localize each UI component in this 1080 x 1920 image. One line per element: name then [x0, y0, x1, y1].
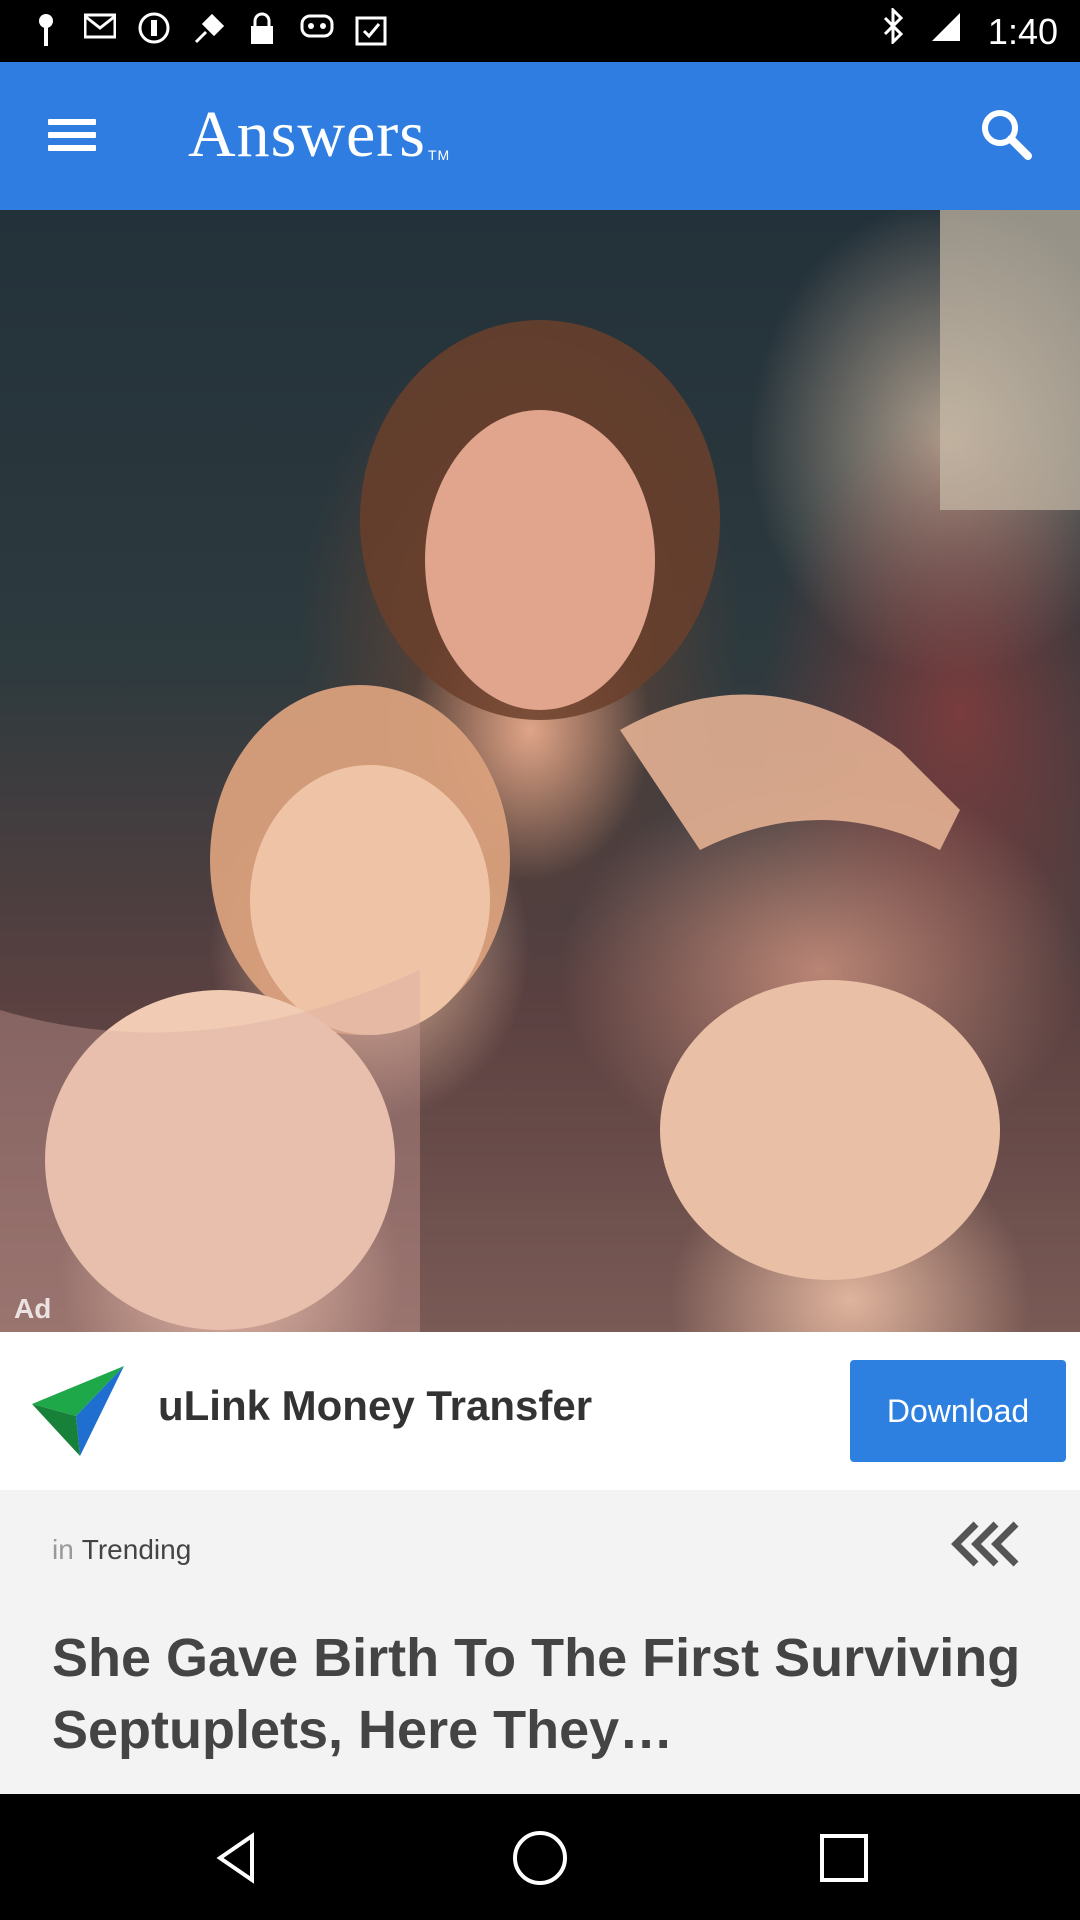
- app-logo-title: Answers TM: [188, 92, 450, 178]
- home-icon[interactable]: [510, 1828, 570, 1888]
- hero-photo-illustration: [0, 210, 1080, 1332]
- status-right: 1:40: [882, 6, 1058, 55]
- article-card[interactable]: in Trending She Gave Birth To The First S…: [0, 1490, 1080, 1794]
- app-bar: Answers TM: [0, 62, 1080, 210]
- recents-icon[interactable]: [814, 1828, 874, 1888]
- location-pin-icon: [30, 12, 62, 48]
- app-title-text: Answers: [188, 98, 426, 171]
- ulink-logo-icon: [28, 1360, 128, 1460]
- gmail-icon: [83, 12, 117, 48]
- ad-label: Ad: [14, 1293, 52, 1324]
- fake-gps-icon: [192, 12, 225, 48]
- clipboard-check-icon: [354, 12, 387, 48]
- ad-title: uLink Money Transfer: [158, 1382, 593, 1429]
- article-category: in Trending: [52, 1534, 191, 1566]
- ad-banner[interactable]: uLink Money Transfer Download: [0, 1332, 1080, 1490]
- trademark: TM: [427, 147, 451, 163]
- menu-icon[interactable]: [44, 107, 100, 163]
- download-button[interactable]: Download: [850, 1360, 1066, 1462]
- do-not-disturb-icon: [138, 12, 170, 48]
- search-icon[interactable]: [978, 106, 1034, 162]
- back-icon[interactable]: [208, 1828, 268, 1888]
- category-prefix: in: [52, 1534, 74, 1565]
- notification-icons: [30, 12, 387, 48]
- article-headline[interactable]: She Gave Birth To The First Surviving Se…: [52, 1622, 1052, 1766]
- lock-icon: [246, 12, 278, 48]
- status-bar: 1:40: [0, 0, 1080, 62]
- clock: 1:40: [987, 10, 1058, 52]
- category-link[interactable]: Trending: [82, 1534, 191, 1565]
- share-icon[interactable]: [950, 1516, 1030, 1572]
- system-nav-bar: [0, 1794, 1080, 1920]
- bluetooth-icon: [882, 6, 904, 55]
- game-controller-icon: [300, 12, 334, 48]
- signal-icon: [930, 10, 962, 54]
- article-hero-image[interactable]: Ad: [0, 210, 1080, 1332]
